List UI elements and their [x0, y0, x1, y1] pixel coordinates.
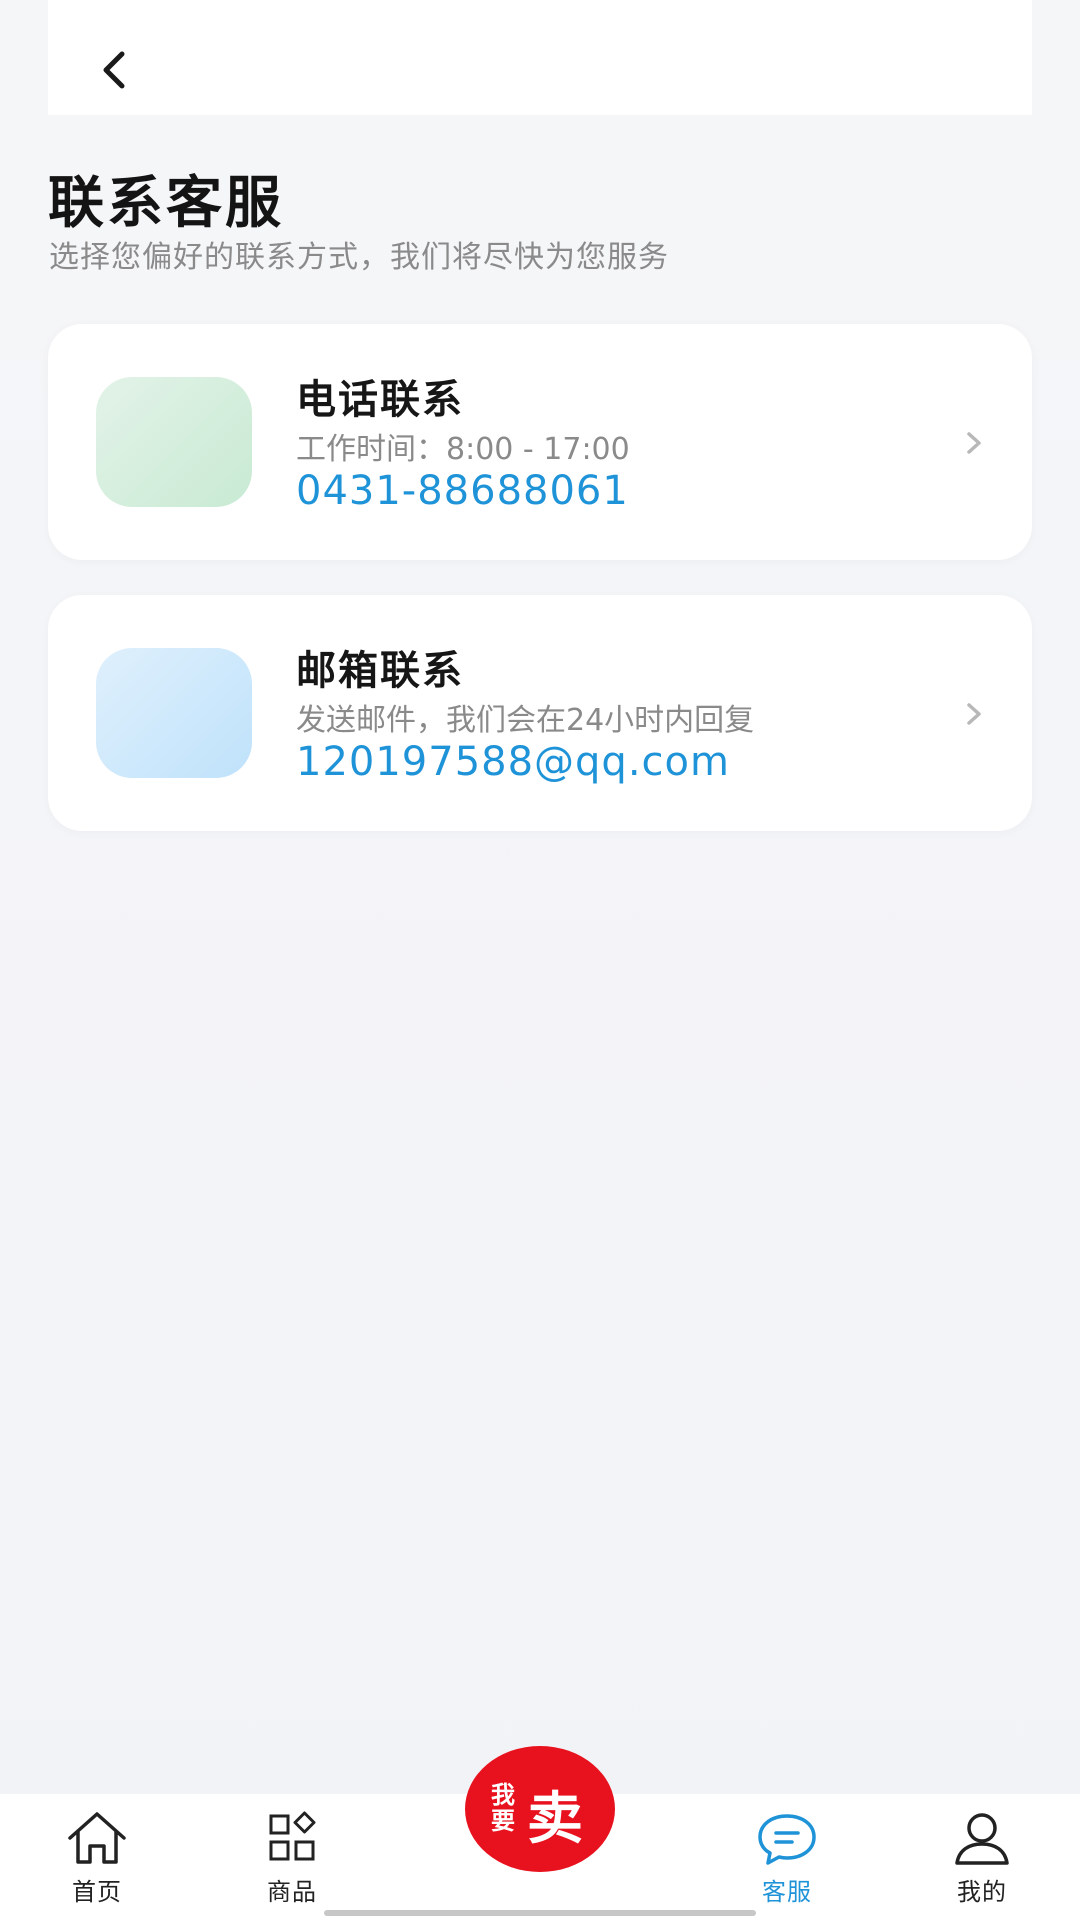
contact-service-page: 联系客服 选择您偏好的联系方式，我们将尽快为您服务 电话联系 工作时间：8:00…	[0, 0, 1080, 1920]
phone-number[interactable]: 0431-88688061	[296, 468, 629, 514]
page-title: 联系客服	[48, 171, 284, 236]
email-address[interactable]: 120197588@qq.com	[296, 739, 730, 785]
email-card-title: 邮箱联系	[296, 648, 464, 694]
tab-service[interactable]: 客服	[727, 1808, 847, 1912]
user-icon	[955, 1813, 1009, 1865]
tab-home[interactable]: 首页	[37, 1808, 157, 1912]
tab-products-label: 商品	[267, 1878, 317, 1906]
sell-button-big-text: 卖	[527, 1787, 583, 1852]
page-subtitle: 选择您偏好的联系方式，我们将尽快为您服务	[49, 240, 669, 275]
phone-card-hours: 工作时间：8:00 - 17:00	[296, 432, 630, 467]
tab-products[interactable]: 商品	[232, 1808, 352, 1912]
chevron-left-icon	[103, 51, 125, 89]
tab-mine[interactable]: 我的	[922, 1808, 1042, 1912]
tab-service-label: 客服	[762, 1878, 812, 1906]
phone-icon	[96, 377, 252, 507]
chevron-right-icon	[967, 432, 981, 454]
grid-icon	[269, 1811, 316, 1861]
chat-bubble-icon	[758, 1814, 816, 1865]
home-indicator[interactable]	[324, 1910, 756, 1916]
sell-button[interactable]: 我要 卖	[465, 1746, 615, 1872]
chevron-right-icon	[967, 703, 981, 725]
top-bar	[48, 0, 1032, 115]
mail-icon	[96, 648, 252, 778]
email-card-desc: 发送邮件，我们会在24小时内回复	[296, 703, 755, 738]
email-contact-card[interactable]: 邮箱联系 发送邮件，我们会在24小时内回复 120197588@qq.com	[48, 595, 1032, 831]
home-icon	[68, 1812, 126, 1864]
back-button[interactable]	[88, 44, 140, 96]
phone-contact-card[interactable]: 电话联系 工作时间：8:00 - 17:00 0431-88688061	[48, 324, 1032, 560]
tab-mine-label: 我的	[957, 1878, 1007, 1906]
tab-home-label: 首页	[72, 1878, 122, 1906]
sell-button-small-text: 我要	[491, 1781, 515, 1835]
phone-card-title: 电话联系	[296, 377, 464, 423]
